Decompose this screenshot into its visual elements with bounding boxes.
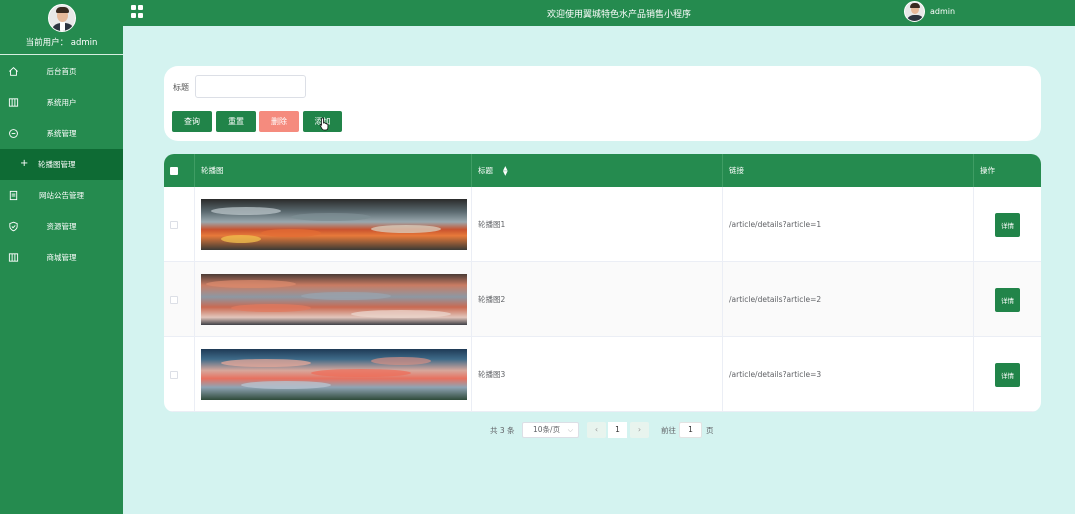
detail-button[interactable]: 详情 — [995, 212, 1020, 237]
top-user-menu[interactable]: admin — [904, 1, 955, 22]
page-suffix-label: 页 — [706, 426, 714, 435]
document-icon — [9, 190, 18, 201]
column-header-link: 链接 — [723, 154, 974, 187]
column-header-action: 操作 — [974, 154, 1041, 187]
action-cell: 详情 — [974, 262, 1041, 337]
carousel-table: 轮播图 标题 ▲ ▼ 链接 操作 轮播图1 /article/details?ar… — [164, 154, 1041, 412]
table-row: 轮播图2 /article/details?article=2 详情 — [164, 262, 1041, 337]
select-all-checkbox[interactable] — [170, 166, 178, 175]
chat-icon — [9, 129, 18, 138]
sidebar-item-home[interactable]: 后台首页 — [0, 56, 123, 87]
row-title: 轮播图1 — [478, 220, 506, 229]
row-link: /article/details?article=3 — [729, 370, 822, 379]
title-cell: 轮播图1 — [472, 187, 723, 262]
image-cell — [195, 262, 472, 337]
title-filter-label: 标题 — [173, 83, 189, 92]
table-header: 轮播图 标题 ▲ ▼ 链接 操作 — [164, 154, 1041, 187]
action-cell: 详情 — [974, 337, 1041, 412]
chevron-down-icon: ⌵ — [567, 426, 573, 434]
row-checkbox[interactable] — [170, 295, 178, 304]
goto-label: 前往 — [661, 426, 676, 435]
pagination: 共 3 条 10条/页 ⌵ ‹ 1 › 前往 1 页 — [0, 422, 1075, 438]
column-header-image: 轮播图 — [195, 154, 472, 187]
page-size-select[interactable]: 10条/页 ⌵ — [522, 422, 579, 438]
prev-page-button[interactable]: ‹ — [587, 422, 606, 438]
column-header-label: 标题 — [478, 166, 493, 175]
image-cell — [195, 337, 472, 412]
row-link: /article/details?article=2 — [729, 295, 822, 304]
sidebar-item-resources[interactable]: 资源管理 — [0, 211, 123, 242]
plus-icon: + — [20, 158, 29, 169]
sidebar-item-system-users[interactable]: 系统用户 — [0, 87, 123, 118]
sidebar-item-mall[interactable]: 商城管理 — [0, 242, 123, 273]
column-header-label: 链接 — [729, 166, 744, 175]
chevron-right-icon: › — [637, 425, 642, 434]
row-select-cell — [164, 262, 195, 337]
column-header-label: 轮播图 — [201, 166, 224, 175]
home-icon — [9, 67, 18, 76]
columns-icon — [8, 98, 19, 107]
goto-page-input[interactable]: 1 — [679, 422, 702, 438]
reset-button[interactable]: 重置 — [216, 111, 256, 132]
next-page-button[interactable]: › — [630, 422, 649, 438]
select-all-cell — [164, 154, 195, 187]
carousel-image — [201, 349, 467, 400]
sidebar-item-announcements[interactable]: 网站公告管理 — [0, 180, 123, 211]
carousel-image — [201, 274, 467, 325]
action-cell: 详情 — [974, 187, 1041, 262]
total-count: 共 3 条 — [490, 426, 515, 435]
carousel-image — [201, 199, 467, 250]
detail-button[interactable]: 详情 — [995, 362, 1020, 387]
hand-cursor-icon — [319, 117, 329, 131]
link-cell: /article/details?article=3 — [723, 337, 974, 412]
row-title: 轮播图2 — [478, 295, 506, 304]
link-cell: /article/details?article=2 — [723, 262, 974, 337]
top-username: admin — [930, 7, 956, 16]
delete-button[interactable]: 删除 — [259, 111, 299, 132]
page-size-value: 10条/页 — [533, 425, 561, 434]
row-checkbox[interactable] — [170, 370, 178, 379]
row-title: 轮播图3 — [478, 370, 506, 379]
current-user-label: 当前用户： admin — [25, 38, 98, 48]
top-bar: 欢迎使用翼城特色水产品销售小程序 admin — [123, 0, 1075, 26]
search-panel: 标题 查询 重置 删除 添加 — [164, 66, 1041, 141]
column-header-label: 操作 — [980, 166, 995, 175]
sidebar-item-system-management[interactable]: 系统管理 — [0, 118, 123, 149]
shield-icon — [9, 221, 18, 232]
row-link: /article/details?article=1 — [729, 220, 822, 229]
avatar[interactable] — [904, 1, 925, 22]
sidebar-item-label: 轮播图管理 — [38, 160, 76, 169]
avatar[interactable] — [47, 4, 76, 32]
page-number-current[interactable]: 1 — [608, 422, 627, 438]
title-search-input[interactable] — [195, 75, 306, 98]
sidebar-user-panel: 当前用户： admin — [0, 4, 123, 55]
title-cell: 轮播图3 — [472, 337, 723, 412]
table-row: 轮播图3 /article/details?article=3 详情 — [164, 337, 1041, 412]
title-cell: 轮播图2 — [472, 262, 723, 337]
link-cell: /article/details?article=1 — [723, 187, 974, 262]
chevron-left-icon: ‹ — [594, 425, 599, 434]
sort-icon[interactable]: ▲ ▼ — [497, 165, 508, 176]
table-row: 轮播图1 /article/details?article=1 详情 — [164, 187, 1041, 262]
row-select-cell — [164, 337, 195, 412]
query-button[interactable]: 查询 — [172, 111, 212, 132]
sidebar-item-carousel[interactable]: + 轮播图管理 — [0, 149, 123, 180]
column-header-title[interactable]: 标题 ▲ ▼ — [472, 154, 723, 187]
columns-icon — [8, 253, 19, 262]
detail-button[interactable]: 详情 — [995, 287, 1020, 312]
image-cell — [195, 187, 472, 262]
row-select-cell — [164, 187, 195, 262]
row-checkbox[interactable] — [170, 220, 178, 229]
